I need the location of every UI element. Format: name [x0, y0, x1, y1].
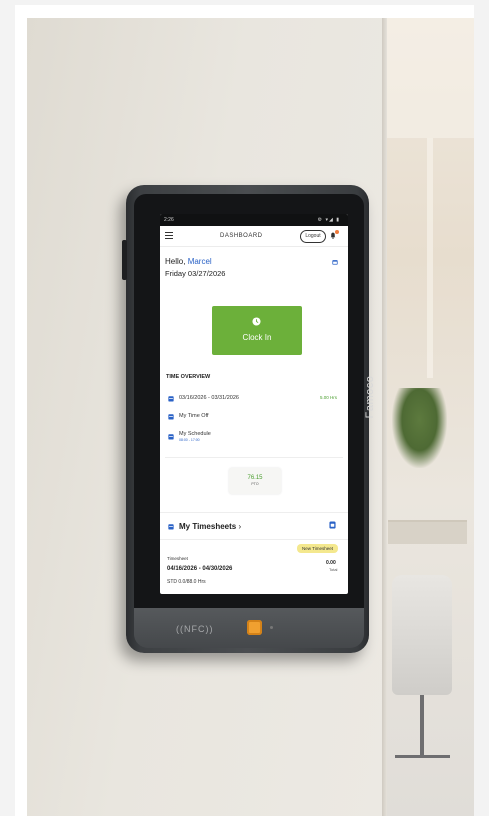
clock-in-button[interactable]: Clock In [212, 306, 302, 355]
chair-stem [420, 695, 424, 755]
logout-button[interactable]: Logout [300, 230, 326, 243]
reader-indicator [270, 626, 273, 629]
office-chair [392, 575, 452, 695]
calendar-icon [168, 396, 174, 402]
calendar-add-icon[interactable] [329, 521, 336, 529]
plant [392, 388, 447, 468]
window-light [387, 18, 474, 138]
time-off-label: My Time Off [179, 413, 209, 419]
greeting-hello: Hello, [165, 257, 188, 266]
app-screen: 2:26 ⚙ ▾◢ ▮ DASHBOARD Logout Hello, Marc… [160, 214, 348, 594]
pto-value: 76.15 [247, 475, 263, 481]
timesheet-range[interactable]: 04/16/2026 - 04/30/2026 [167, 566, 232, 572]
timesheet-total-label: Total [329, 567, 338, 572]
schedule-hours: 08:00 - 17:00 [179, 438, 200, 442]
nfc-label: ((NFC)) [176, 624, 214, 634]
pto-label: PTO [251, 482, 259, 486]
time-off-row[interactable]: My Time Off [168, 412, 318, 423]
pto-card[interactable]: 76.15 PTO [229, 468, 281, 494]
schedule-row[interactable]: My Schedule 08:00 - 17:00 [168, 430, 318, 446]
current-date: Friday 03/27/2026 [165, 269, 226, 278]
timesheets-title-text: My Timesheets [179, 522, 237, 531]
calendar-icon [168, 524, 174, 530]
period-hours: 5.00 Hrs [320, 395, 338, 400]
greeting: Hello, Marcel [165, 257, 212, 266]
pay-period-row[interactable]: 03/16/2026 - 03/31/2026 [168, 394, 318, 405]
reader-button[interactable] [247, 620, 262, 635]
calendar-icon [168, 414, 174, 420]
app-bar: DASHBOARD Logout [160, 226, 348, 247]
chevron-right-icon: › [238, 522, 242, 531]
timesheets-title: My Timesheets › [179, 522, 241, 531]
menu-icon[interactable] [165, 232, 173, 239]
timesheet-std: STD 0.0/88.0 Hrs [167, 579, 206, 585]
user-name: Marcel [187, 257, 212, 266]
notification-dot [335, 230, 339, 234]
window-mullion [427, 138, 433, 378]
chair-base [395, 755, 450, 758]
desk [388, 520, 467, 544]
status-icons: ⚙ ▾◢ ▮ [317, 217, 340, 223]
calendar-icon [168, 434, 174, 440]
divider [165, 457, 343, 458]
status-time: 2:26 [164, 217, 174, 223]
timesheets-header[interactable]: My Timesheets › [160, 512, 348, 540]
pay-period: 03/16/2026 - 03/31/2026 [179, 395, 239, 401]
calendar-icon[interactable] [332, 259, 338, 265]
timesheet-label: Timesheet [167, 556, 188, 561]
timesheet-total: 0.00 [326, 560, 336, 566]
schedule-label: My Schedule [179, 431, 211, 437]
brand-label: Famoco [364, 375, 376, 419]
page-title: DASHBOARD [220, 233, 263, 239]
clock-icon [252, 317, 261, 326]
clock-in-label: Clock In [242, 333, 272, 342]
time-overview-title: TIME OVERVIEW [166, 374, 211, 380]
side-buttons [122, 240, 127, 280]
new-timesheet-button[interactable]: New Timesheet [297, 544, 338, 553]
status-bar: 2:26 ⚙ ▾◢ ▮ [160, 214, 348, 226]
